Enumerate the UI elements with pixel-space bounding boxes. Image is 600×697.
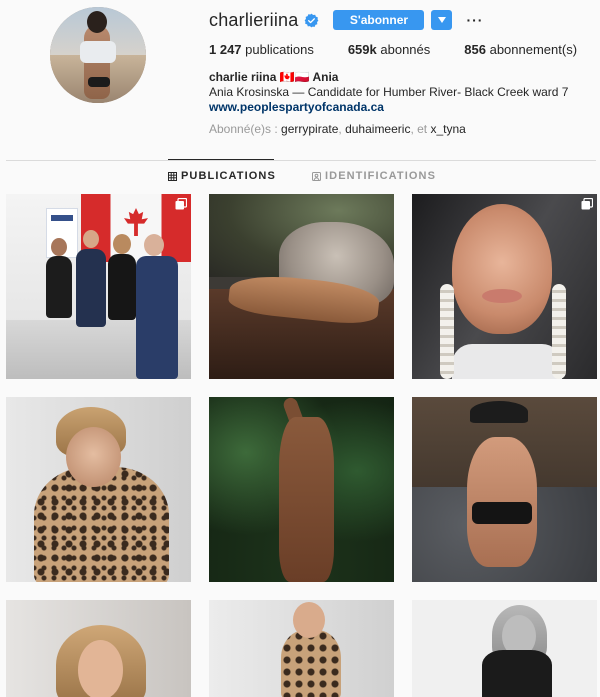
person-head (83, 230, 99, 248)
photo-subject (293, 602, 325, 638)
post-thumbnail[interactable] (6, 397, 191, 582)
photo-subject (279, 417, 334, 582)
post-thumbnail[interactable] (412, 397, 597, 582)
photo-leopard-outfit (281, 630, 341, 697)
person-head (144, 234, 164, 256)
person-head (113, 234, 131, 254)
person-figure (46, 256, 72, 318)
person-figure (108, 254, 136, 320)
photo-subject (452, 204, 552, 334)
photo-dress (482, 650, 552, 697)
person-figure (136, 256, 178, 379)
post-thumbnail[interactable] (412, 600, 597, 697)
photo-subject (66, 427, 121, 487)
post-thumbnail[interactable] (209, 600, 394, 697)
photo-braid (552, 284, 566, 379)
post-thumbnail[interactable] (6, 194, 191, 379)
post-thumbnail[interactable] (209, 397, 394, 582)
photo-outfit (472, 502, 532, 524)
photo-lips (482, 289, 522, 303)
person-figure (76, 249, 106, 327)
posts-grid (0, 0, 600, 697)
multiple-photos-icon (581, 198, 593, 210)
photo-subject (78, 640, 123, 697)
photo-shirt (452, 344, 562, 379)
photo-hat (470, 401, 528, 423)
post-thumbnail[interactable] (412, 194, 597, 379)
photo-braid (440, 284, 454, 379)
person-head (51, 238, 67, 256)
multiple-photos-icon (175, 198, 187, 210)
post-thumbnail[interactable] (6, 600, 191, 697)
post-thumbnail[interactable] (209, 194, 394, 379)
